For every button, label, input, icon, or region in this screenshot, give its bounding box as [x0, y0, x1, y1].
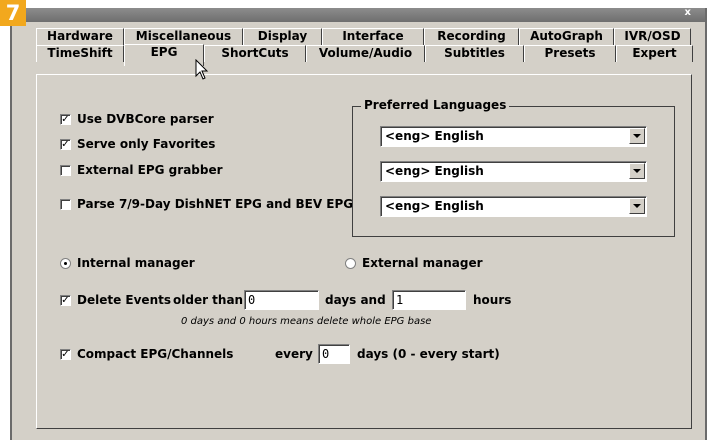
language-select-3[interactable]: <eng> English — [380, 196, 647, 217]
tab-row-1: Hardware Miscellaneous Display Interface… — [36, 28, 691, 45]
tab-expert[interactable]: Expert — [616, 45, 693, 62]
serve-favorites-label: Serve only Favorites — [77, 137, 216, 151]
hours-label: hours — [473, 293, 512, 307]
preferred-languages-title: Preferred Languages — [361, 98, 510, 112]
radio-empty-icon — [345, 257, 356, 269]
tab-subtitles[interactable]: Subtitles — [425, 45, 524, 62]
close-icon[interactable]: x — [685, 7, 691, 18]
checkmark-icon: ✓ — [60, 138, 71, 150]
radio-selected-icon — [60, 257, 71, 269]
chevron-down-icon[interactable] — [629, 128, 645, 144]
tab-hardware[interactable]: Hardware — [36, 28, 124, 45]
parse-dishnet-label: Parse 7/9-Day DishNET EPG and BEV EPG — [77, 197, 354, 211]
external-manager-label: External manager — [362, 256, 483, 270]
compact-suffix-label: days (0 - every start) — [357, 347, 500, 361]
tab-volume-audio[interactable]: Volume/Audio — [306, 45, 425, 62]
checkmark-icon: ✓ — [60, 348, 71, 360]
internal-manager-radio[interactable]: Internal manager — [60, 256, 195, 270]
language-select-3-value: <eng> English — [385, 199, 484, 213]
delete-days-input[interactable]: 0 — [244, 290, 319, 310]
language-select-2-value: <eng> English — [385, 164, 484, 178]
compact-epg-checkbox[interactable]: ✓ Compact EPG/Channels — [60, 347, 233, 361]
checkbox-empty-icon — [60, 164, 71, 176]
internal-manager-label: Internal manager — [77, 256, 195, 270]
external-grabber-checkbox[interactable]: External EPG grabber — [60, 163, 223, 177]
step-number-badge: 7 — [0, 0, 26, 26]
checkmark-icon: ✓ — [60, 294, 71, 306]
delete-hours-input[interactable]: 1 — [392, 290, 466, 310]
older-than-label: older than — [173, 293, 244, 307]
delete-events-label: Delete Events — [77, 293, 171, 307]
settings-window: x Hardware Miscellaneous Display Interfa… — [10, 7, 707, 440]
tab-ivr-osd[interactable]: IVR/OSD — [614, 28, 691, 45]
checkmark-icon: ✓ — [60, 113, 71, 125]
tab-interface[interactable]: Interface — [322, 28, 424, 45]
tab-row-2: TimeShift EPG ShortCuts Volume/Audio Sub… — [36, 44, 693, 66]
serve-favorites-checkbox[interactable]: ✓ Serve only Favorites — [60, 137, 215, 151]
chevron-down-icon[interactable] — [629, 163, 645, 179]
tab-autograph[interactable]: AutoGraph — [519, 28, 614, 45]
checkbox-empty-icon — [60, 198, 71, 210]
preferred-languages-group: Preferred Languages <eng> English <eng> … — [352, 98, 675, 237]
tab-miscellaneous[interactable]: Miscellaneous — [124, 28, 243, 45]
tab-epg[interactable]: EPG — [124, 44, 204, 66]
external-grabber-label: External EPG grabber — [77, 163, 223, 177]
chevron-down-icon[interactable] — [629, 198, 645, 214]
tab-presets[interactable]: Presets — [524, 45, 616, 62]
use-dvbcore-label: Use DVBCore parser — [77, 112, 214, 126]
parse-dishnet-checkbox[interactable]: Parse 7/9-Day DishNET EPG and BEV EPG — [60, 197, 353, 211]
compact-epg-label: Compact EPG/Channels — [77, 347, 234, 361]
delete-events-checkbox[interactable]: ✓ Delete Events — [60, 293, 171, 307]
title-bar: x — [12, 7, 705, 22]
external-manager-radio[interactable]: External manager — [345, 256, 483, 270]
tab-recording[interactable]: Recording — [424, 28, 519, 45]
use-dvbcore-checkbox[interactable]: ✓ Use DVBCore parser — [60, 112, 214, 126]
language-select-1-value: <eng> English — [385, 129, 484, 143]
mouse-pointer-icon — [195, 59, 209, 80]
days-and-label: days and — [325, 293, 386, 307]
delete-events-note: 0 days and 0 hours means delete whole EP… — [181, 316, 432, 327]
language-select-2[interactable]: <eng> English — [380, 161, 647, 182]
tab-timeshift[interactable]: TimeShift — [36, 45, 124, 62]
tab-display[interactable]: Display — [243, 28, 322, 45]
language-select-1[interactable]: <eng> English — [380, 126, 647, 147]
every-label: every — [275, 347, 313, 361]
compact-days-input[interactable]: 0 — [318, 344, 350, 364]
tab-shortcuts[interactable]: ShortCuts — [204, 45, 306, 62]
